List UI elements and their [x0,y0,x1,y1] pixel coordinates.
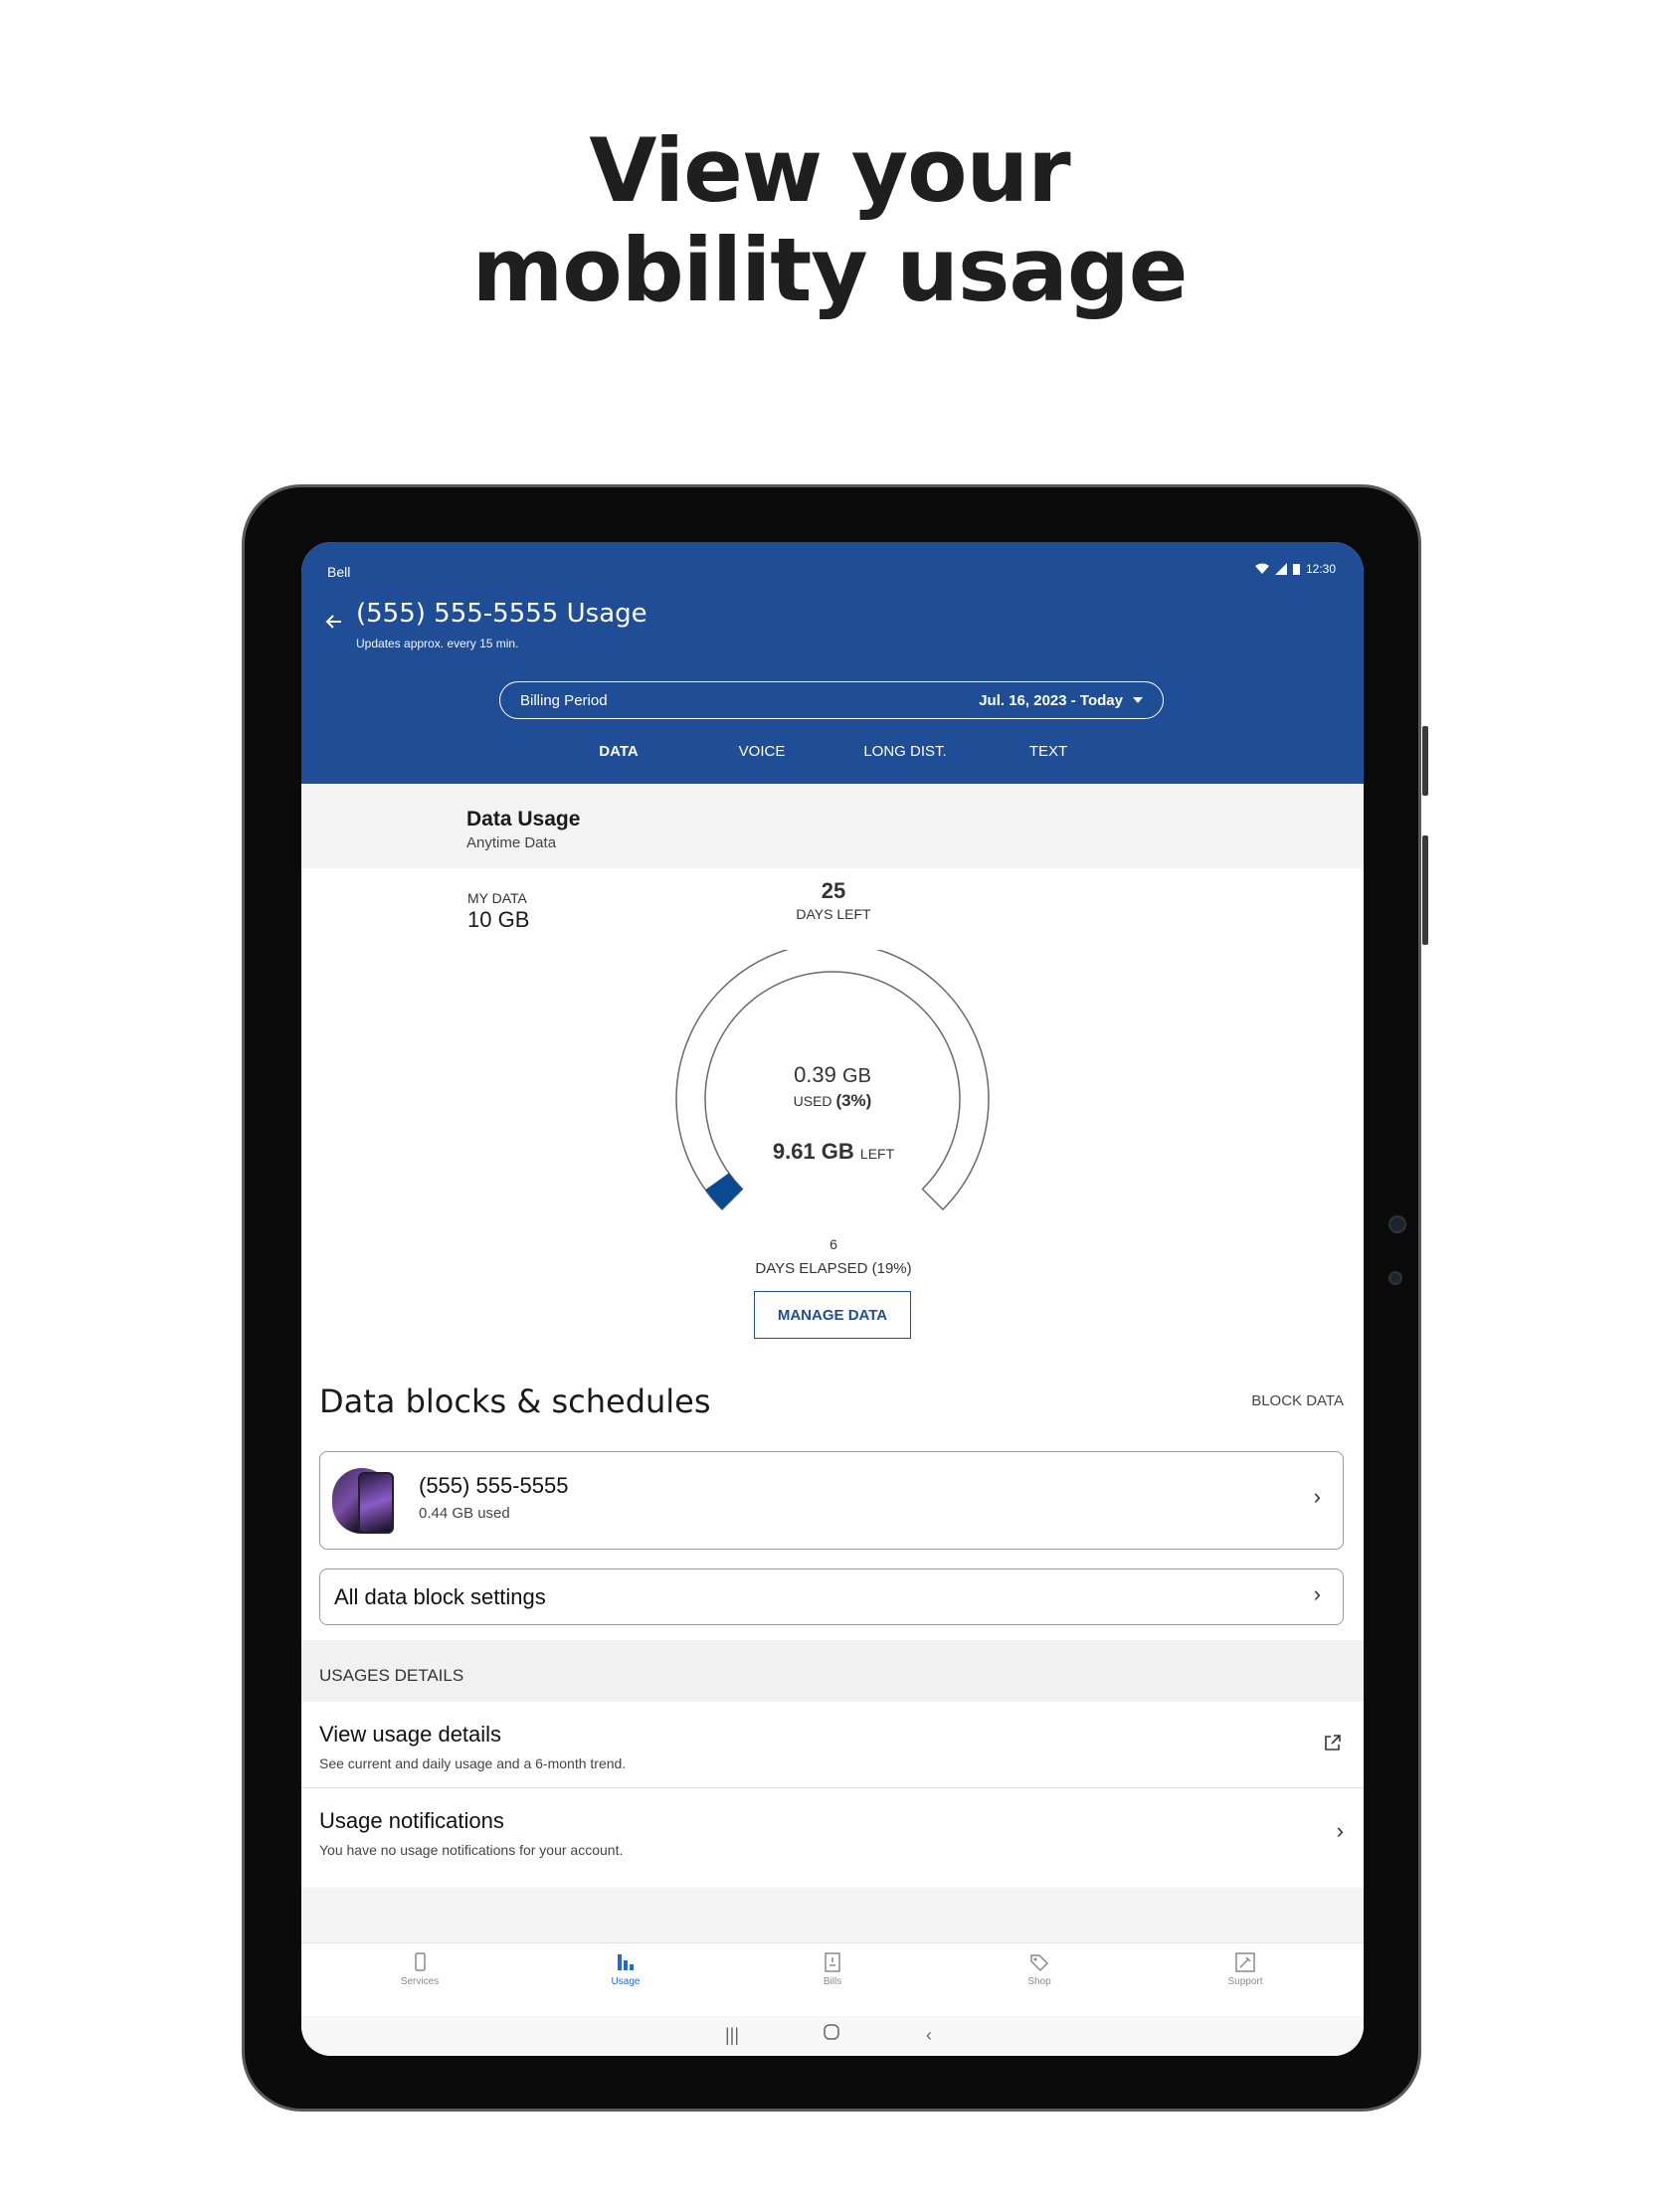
section-spacer [301,1887,1364,1942]
page-title: (555) 555-5555 Usage [356,599,647,629]
headline-line-1: View your [589,119,1070,222]
tab-data[interactable]: DATA [547,733,690,797]
settings-label: All data block settings [334,1584,546,1609]
block-data-button[interactable]: BLOCK DATA [1251,1392,1344,1409]
billing-period-label: Billing Period [520,691,608,709]
nav-support[interactable]: Support [1186,1951,1305,1987]
data-blocks-title: Data blocks & schedules [319,1382,711,1420]
days-left-label: DAYS LEFT [796,906,871,922]
chevron-right-icon: › [1336,1818,1344,1843]
battery-icon [1292,564,1300,575]
system-navigation-bar: ||| ‹ [301,2016,1364,2056]
sensor-icon [1388,1271,1402,1285]
nav-usage[interactable]: Usage [566,1951,685,1987]
phone-icon [415,1952,426,1971]
usage-title: Data Usage [466,808,581,830]
wifi-icon [1254,563,1269,574]
tag-icon [1030,1954,1049,1972]
nav-shop[interactable]: Shop [980,1951,1099,1987]
power-button [1422,835,1428,945]
usage-subtitle: Anytime Data [466,834,557,851]
promo-headline: View your mobility usage [0,121,1659,320]
support-icon [1235,1952,1255,1972]
chevron-right-icon: › [1313,1581,1321,1606]
volume-button [1422,726,1428,796]
status-carrier: Bell [327,564,351,580]
data-block-settings[interactable]: All data block settings › [319,1568,1344,1625]
front-camera-icon [1388,1215,1406,1233]
line-card[interactable]: (555) 555-5555 0.44 GB used › [319,1451,1344,1550]
app-screen: Bell 12:30 (555) 555-5555 Usage Updates … [301,542,1364,2056]
used-label-row: USED (3%) [733,1091,932,1111]
tab-voice[interactable]: VOICE [690,733,833,784]
phone-image [332,1468,394,1534]
page-subtitle: Updates approx. every 15 min. [356,637,519,650]
usage-tabs: DATA VOICE LONG DIST. TEXT [547,733,1120,797]
row-subtitle: You have no usage notifications for your… [319,1842,624,1858]
usage-notifications-row[interactable]: Usage notifications You have no usage no… [301,1788,1364,1886]
row-title: Usage notifications [319,1808,504,1833]
billing-period-value: Jul. 16, 2023 - Today [979,691,1123,709]
row-title: View usage details [319,1722,502,1747]
recents-icon[interactable]: ||| [725,2025,739,2046]
status-time: 12:30 [1305,562,1336,576]
left-amount: 9.61 GB [772,1139,854,1164]
tab-text[interactable]: TEXT [977,733,1120,784]
line-used: 0.44 GB used [419,1505,510,1522]
bottom-navigation: Services Usage Bills Shop Support [301,1942,1364,2017]
chevron-right-icon: › [1313,1484,1321,1509]
status-icons: 12:30 [1254,562,1336,576]
nav-bills[interactable]: Bills [773,1951,892,1987]
headline-line-2: mobility usage [471,219,1189,321]
days-elapsed-label: DAYS ELAPSED (19%) [755,1260,912,1277]
signal-icon [1274,563,1287,575]
app-header: Bell 12:30 (555) 555-5555 Usage Updates … [301,542,1364,797]
used-unit: GB [842,1065,871,1087]
tab-long-distance[interactable]: LONG DIST. [833,733,977,784]
home-icon[interactable] [824,2024,839,2045]
bar-chart-icon [618,1954,634,1970]
bill-icon [825,1952,840,1972]
days-elapsed-value: 6 [830,1236,837,1252]
nav-services[interactable]: Services [360,1951,479,1987]
my-data-value: 10 GB [467,907,530,932]
row-subtitle: See current and daily usage and a 6-mont… [319,1755,627,1771]
billing-period-selector[interactable]: Billing Period Jul. 16, 2023 - Today [499,681,1164,719]
line-number: (555) 555-5555 [419,1473,569,1498]
external-link-icon [1325,1735,1341,1751]
usage-section-header [301,784,1364,868]
days-left-value: 25 [821,878,846,903]
my-data-label: MY DATA [467,890,527,906]
used-percent: (3%) [835,1091,872,1110]
view-usage-details-row[interactable]: View usage details See current and daily… [301,1702,1364,1788]
caret-down-icon [1133,697,1143,703]
usage-details-label: USAGES DETAILS [319,1666,464,1685]
used-label: USED [793,1093,832,1109]
used-value: 0.39 GB [733,1062,932,1088]
back-arrow-icon[interactable] [319,610,349,640]
used-amount: 0.39 [794,1062,836,1087]
back-nav-icon[interactable]: ‹ [926,2025,932,2046]
left-label: LEFT [859,1146,895,1162]
left-value-row: 9.61 GB LEFT [709,1139,958,1165]
manage-data-button[interactable]: MANAGE DATA [754,1291,911,1339]
